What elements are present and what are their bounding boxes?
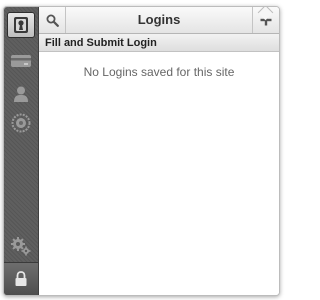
keyhole-card-icon xyxy=(14,17,28,33)
sidebar-item-settings[interactable] xyxy=(7,233,35,259)
lock-icon xyxy=(15,271,27,286)
page-title: Logins xyxy=(137,12,181,27)
dial-icon xyxy=(11,113,31,133)
lock-button[interactable] xyxy=(4,262,38,295)
gears-icon xyxy=(11,237,31,256)
sidebar-item-identities[interactable] xyxy=(7,81,35,107)
extension-popup: Logins Fill and Submit Login No Logins s… xyxy=(3,6,280,296)
sidebar-item-logins[interactable] xyxy=(7,12,35,38)
search-icon xyxy=(46,14,59,27)
sidebar-item-wallet[interactable] xyxy=(7,48,35,74)
credit-card-icon xyxy=(11,55,31,67)
main-panel: Logins Fill and Submit Login No Logins s… xyxy=(39,7,279,295)
search-button[interactable] xyxy=(39,7,66,33)
empty-state-message: No Logins saved for this site xyxy=(83,65,235,79)
section-header: Fill and Submit Login xyxy=(39,34,279,52)
sidebar xyxy=(4,7,39,295)
person-icon xyxy=(14,86,28,102)
sidebar-item-generator[interactable] xyxy=(7,110,35,136)
toolbar: Logins xyxy=(39,7,279,34)
